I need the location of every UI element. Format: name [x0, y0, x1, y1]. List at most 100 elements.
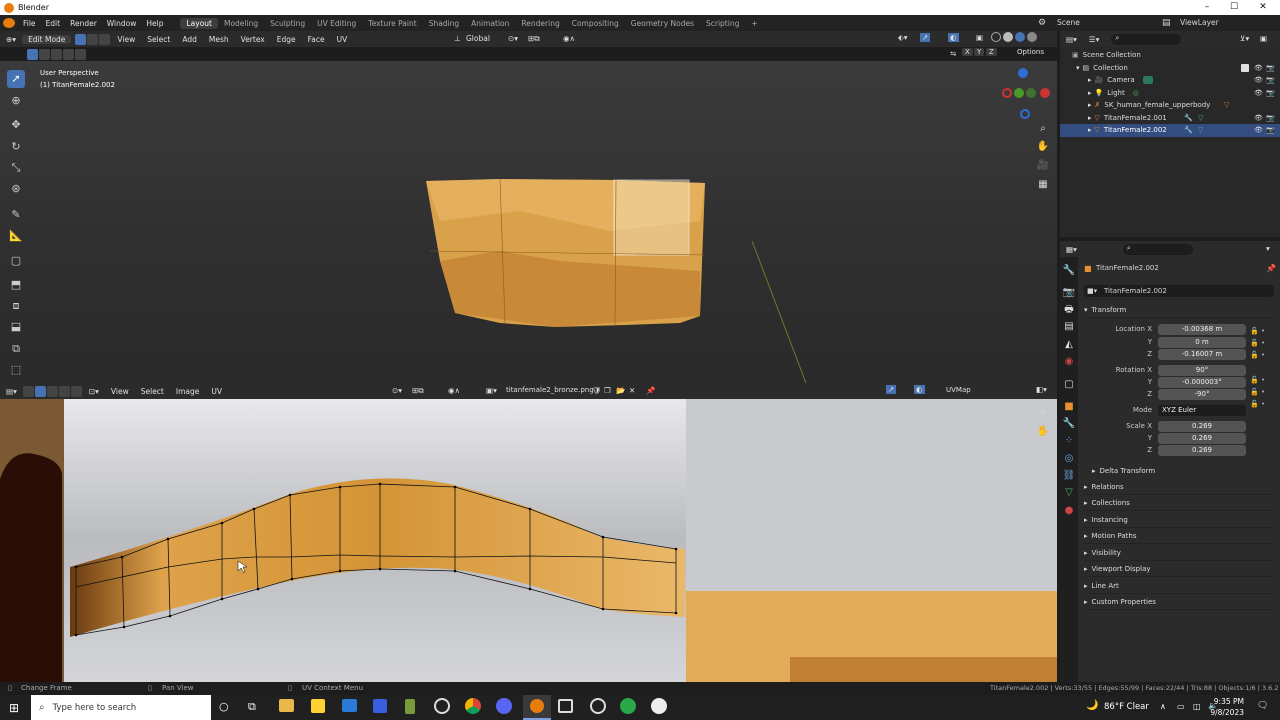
tab-sculpting[interactable]: Sculpting	[264, 18, 311, 29]
gizmo-toggle-icon[interactable]: ↗	[920, 33, 931, 42]
view-object-types-icon[interactable]: ⬖▾	[898, 33, 908, 42]
file-explorer-icon[interactable]	[279, 699, 294, 712]
modifier-wrench-icon[interactable]: 🔧	[1184, 126, 1193, 134]
properties-editor-type-icon[interactable]: ▦▾	[1060, 245, 1083, 254]
transform-panel-header[interactable]: ▾ Transform	[1084, 303, 1274, 318]
gizmo-x-icon[interactable]	[1040, 88, 1050, 98]
mode-selector[interactable]: Edit Mode	[22, 34, 72, 44]
zoom-icon[interactable]: ⌕	[1035, 121, 1051, 137]
custom-properties-panel[interactable]: ▸ Custom Properties	[1084, 595, 1274, 610]
delta-transform-header[interactable]: ▸ Delta Transform	[1092, 463, 1280, 478]
render-camera-icon[interactable]: 📷	[1266, 126, 1275, 134]
uv-sync-icon[interactable]	[22, 385, 34, 397]
location-y-field[interactable]: 0 m	[1158, 337, 1246, 348]
menu-edit[interactable]: Edit	[41, 19, 66, 28]
expand-arrow-icon[interactable]: ▸	[1088, 101, 1092, 109]
lock-icon[interactable]: 🔓 •	[1250, 400, 1265, 408]
tab-scripting[interactable]: Scripting	[700, 18, 745, 29]
bottle-app-icon[interactable]	[405, 699, 415, 714]
unreal-icon[interactable]	[651, 698, 667, 714]
light-data-icon[interactable]: ◎	[1133, 89, 1139, 97]
expand-arrow-icon[interactable]: ▸	[1088, 126, 1092, 134]
scale-z-field[interactable]: 0.269	[1158, 445, 1246, 456]
tray-chevron-icon[interactable]: ∧	[1160, 702, 1166, 711]
image-fake-user-icon[interactable]: 🛡	[592, 386, 602, 395]
tab-uv-editing[interactable]: UV Editing	[311, 18, 362, 29]
loop-cut-tool-icon[interactable]: ⧉	[7, 340, 25, 358]
tab-geometry-nodes[interactable]: Geometry Nodes	[625, 18, 700, 29]
visibility-panel[interactable]: ▸ Visibility	[1084, 546, 1274, 561]
cursor-tool-icon[interactable]: ⊕	[7, 92, 25, 110]
image-pin-icon[interactable]: 📌	[646, 386, 655, 395]
tab-layout[interactable]: Layout	[180, 17, 218, 29]
tab-rendering[interactable]: Rendering	[515, 18, 565, 29]
menu-render[interactable]: Render	[65, 19, 102, 28]
app-window-icon[interactable]	[558, 699, 573, 713]
pin-icon[interactable]: 📌	[1266, 264, 1276, 273]
mirror-x-toggle[interactable]: X	[962, 48, 973, 56]
uv-zoom-icon[interactable]: ⌕	[1035, 405, 1051, 421]
outliner-editor-type-icon[interactable]: ▤▾	[1060, 35, 1083, 44]
render-camera-icon[interactable]: 📷	[1266, 76, 1275, 84]
camera-view-icon[interactable]: 🎥	[1035, 158, 1051, 174]
blender-taskbar-button[interactable]	[523, 695, 551, 720]
rotate-tool-icon[interactable]: ↻	[7, 138, 25, 156]
uv-edge-select-icon[interactable]	[46, 385, 58, 397]
knife-tool-icon[interactable]: ⬚	[7, 361, 25, 379]
render-camera-icon[interactable]: 📷	[1266, 89, 1275, 97]
close-button[interactable]: ✕	[1250, 0, 1276, 15]
menu-help[interactable]: Help	[141, 19, 168, 28]
render-camera-icon[interactable]: 📷	[1266, 114, 1275, 122]
maximize-button[interactable]: ☐	[1221, 0, 1247, 15]
measure-tool-icon[interactable]: 📐	[7, 227, 25, 245]
uv-pan-hand-icon[interactable]: ✋	[1035, 424, 1051, 440]
scene-selector[interactable]: Scene	[1057, 18, 1080, 27]
outliner-item-titanfemale2-001[interactable]: ▸ ▽ TitanFemale2.001 🔧 ▽ 👁 📷	[1060, 112, 1280, 125]
green-app-icon[interactable]	[620, 698, 636, 714]
view-layer-tab-icon[interactable]: ▤	[1061, 319, 1077, 335]
mesh-data-icon[interactable]: ▽	[1198, 126, 1203, 134]
app-icon[interactable]	[373, 699, 387, 713]
tab-modeling[interactable]: Modeling	[218, 18, 264, 29]
tab-animation[interactable]: Animation	[465, 18, 515, 29]
settings-app-icon[interactable]	[434, 698, 450, 714]
collection-tab-icon[interactable]: ▢	[1061, 377, 1077, 393]
discord-icon[interactable]	[496, 698, 512, 714]
tool-tab-icon[interactable]: 🔧	[1061, 263, 1077, 279]
exclude-checkbox[interactable]	[1241, 63, 1249, 72]
uv-editor-canvas[interactable]: ⌕ ✋	[0, 399, 1057, 682]
uv-proportional-icon[interactable]: ◉∧	[448, 386, 460, 395]
gizmo-neg-x-icon[interactable]	[1002, 88, 1012, 98]
visibility-eye-icon[interactable]: 👁	[1254, 89, 1263, 97]
uv-pivot-icon[interactable]: ⊙▾	[392, 386, 402, 395]
scene-tab-icon[interactable]: ◭	[1061, 337, 1077, 353]
data-tab-icon[interactable]: ▽	[1061, 485, 1077, 501]
proportional-edit-icon[interactable]: ◉∧	[563, 34, 575, 43]
bevel-tool-icon[interactable]: ⬓	[7, 318, 25, 336]
pan-hand-icon[interactable]: ✋	[1035, 139, 1051, 155]
image-new-icon[interactable]: ❐	[604, 386, 611, 395]
select-subtract-icon[interactable]	[51, 48, 62, 60]
uv-gizmo-icon[interactable]: ↗	[886, 385, 897, 394]
image-name-field[interactable]: titanfemale2_bronze.png	[506, 386, 594, 394]
location-x-field[interactable]: -0.00368 m	[1158, 324, 1246, 335]
uv-face-select-icon[interactable]	[58, 385, 70, 397]
expand-arrow-icon[interactable]: ▸	[1088, 89, 1092, 97]
uv-sticky-mode-icon[interactable]: ⊡▾	[83, 387, 105, 396]
orientation-selector[interactable]: Global	[466, 34, 490, 43]
tab-texture-paint[interactable]: Texture Paint	[362, 18, 422, 29]
gear-app-icon[interactable]	[590, 698, 606, 714]
tab-shading[interactable]: Shading	[423, 18, 465, 29]
taskbar-search-box[interactable]: ⌕ Type here to search	[31, 695, 211, 720]
menu-select[interactable]: Select	[141, 35, 176, 44]
overlay-toggle-icon[interactable]: ◐	[948, 33, 959, 42]
extrude-tool-icon[interactable]: ⬒	[7, 276, 25, 294]
uv-vertex-select-icon[interactable]	[34, 385, 46, 397]
battery-icon[interactable]: ▭	[1177, 702, 1185, 711]
blender-menu-icon[interactable]	[3, 18, 15, 28]
menu-add[interactable]: Add	[176, 35, 203, 44]
3d-viewport[interactable]: User Perspective (1) TitanFemale2.002 ⌕ …	[0, 61, 1057, 383]
visibility-eye-icon[interactable]: 👁	[1254, 64, 1263, 72]
xray-icon[interactable]: ▣	[976, 33, 983, 42]
select-intersect-icon[interactable]	[75, 48, 86, 60]
